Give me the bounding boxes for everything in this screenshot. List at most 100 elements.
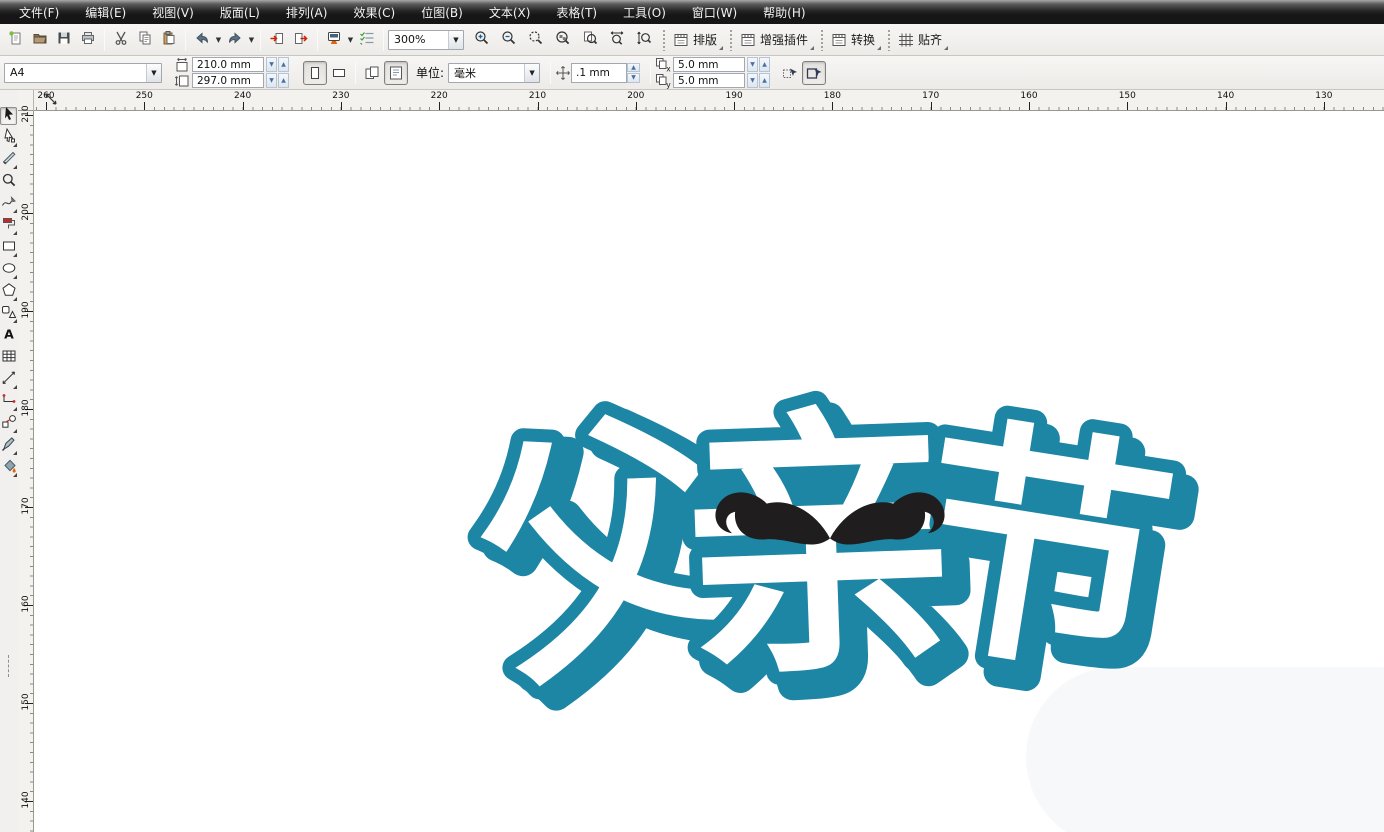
increment-button[interactable]: ▲ <box>627 63 640 73</box>
paper-width-field[interactable]: 210.0 mm <box>192 57 264 72</box>
save-button[interactable] <box>52 28 76 52</box>
zoom-selected-icon <box>528 30 544 50</box>
export-button[interactable] <box>289 28 313 52</box>
nudge-offset-field[interactable]: .1 mm <box>571 63 627 83</box>
duplicate-y-field[interactable]: 5.0 mm <box>673 73 745 88</box>
toolbox-shape-tool[interactable] <box>0 129 17 147</box>
toolbox-basic-shapes-tool[interactable] <box>0 305 17 323</box>
menu-item-edit[interactable]: 编辑(E) <box>72 1 139 24</box>
menu-item-tools[interactable]: 工具(O) <box>610 1 679 24</box>
toolbar-drag-handle[interactable] <box>662 29 667 51</box>
menu-item-window[interactable]: 窗口(W) <box>679 1 750 24</box>
chevron-down-icon[interactable]: ▼ <box>524 64 539 82</box>
chevron-down-icon[interactable]: ▼ <box>247 36 256 44</box>
drawing-canvas[interactable]: 父 亲 节 父 亲 节 <box>34 111 1384 832</box>
open-folder-button[interactable] <box>28 28 52 52</box>
toolbox-dimension-tool[interactable] <box>0 371 17 389</box>
ruler-major-tick <box>1029 102 1030 110</box>
toolbox-ellipse-tool[interactable] <box>0 261 17 279</box>
toolbox-polygon-tool[interactable] <box>0 283 17 301</box>
units-combobox[interactable]: 毫米 ▼ <box>448 63 540 83</box>
decrement-button[interactable]: ▼ <box>747 57 758 72</box>
zoom-selected-button[interactable] <box>524 28 548 52</box>
menu-item-effects[interactable]: 效果(C) <box>340 1 408 24</box>
toolbox-fill-tool[interactable] <box>0 459 17 477</box>
paste-button[interactable] <box>157 28 181 52</box>
toolbox-blend-tool[interactable] <box>0 415 17 433</box>
chevron-down-icon[interactable]: ▼ <box>146 64 161 82</box>
toolbox-freehand-tool[interactable] <box>0 195 17 213</box>
increment-button[interactable]: ▲ <box>759 57 770 72</box>
toolbox-table-tool[interactable] <box>0 349 17 367</box>
all-pages-button[interactable] <box>360 61 384 85</box>
zoom-out-button[interactable] <box>497 28 521 52</box>
new-document-button[interactable] <box>4 28 28 52</box>
toolbox-eyedropper-tool[interactable] <box>0 437 17 455</box>
increment-button[interactable]: ▲ <box>278 57 289 72</box>
zoom-width-button[interactable] <box>605 28 629 52</box>
redo-button[interactable] <box>223 28 247 52</box>
plugin-enhanced-plugins-button[interactable]: 增强插件 <box>738 29 814 50</box>
menu-item-help[interactable]: 帮助(H) <box>750 1 818 24</box>
decrement-button[interactable]: ▼ <box>266 73 277 88</box>
application-launcher-button[interactable] <box>322 28 346 52</box>
zoom-level-combobox[interactable]: 300% ▼ <box>388 30 464 50</box>
toolbox-connector-tool[interactable] <box>0 393 17 411</box>
paper-height-field[interactable]: 297.0 mm <box>192 73 264 88</box>
zoom-in-button[interactable] <box>470 28 494 52</box>
horizontal-ruler[interactable]: 2602502402302202102001901801701601501401… <box>34 90 1384 111</box>
zoom-level-value: 300% <box>389 33 448 46</box>
ruler-label: 210 <box>21 102 31 126</box>
menu-item-file[interactable]: 文件(F) <box>6 1 72 24</box>
portrait-orientation-button[interactable] <box>303 61 327 85</box>
menu-item-text[interactable]: 文本(X) <box>476 1 544 24</box>
zoom-all-objects-button[interactable] <box>551 28 575 52</box>
treat-all-objects-as-filled-button[interactable] <box>802 61 826 85</box>
options-list-button[interactable] <box>355 28 379 52</box>
toolbar-drag-handle[interactable] <box>887 29 892 51</box>
zoom-height-button[interactable] <box>632 28 656 52</box>
toolbox-zoom-tool[interactable] <box>0 173 17 191</box>
zoom-page-button[interactable] <box>578 28 602 52</box>
menu-item-view[interactable]: 视图(V) <box>139 1 207 24</box>
chevron-down-icon[interactable]: ▼ <box>346 36 355 44</box>
undo-button[interactable] <box>190 28 214 52</box>
toolbar-drag-handle[interactable] <box>729 29 734 51</box>
vertical-ruler[interactable]: 210200190180170160150140 <box>18 111 34 832</box>
decrement-button[interactable]: ▼ <box>747 73 758 88</box>
toolbox-pick-tool[interactable] <box>0 107 17 125</box>
ruler-label: 240 <box>234 91 251 101</box>
plugin-convert-button[interactable]: 转换 <box>829 29 881 50</box>
treat-as-filled-button[interactable] <box>778 61 802 85</box>
toolbox-crop-tool[interactable] <box>0 151 17 169</box>
toolbox-rectangle-tool[interactable] <box>0 239 17 257</box>
toolbox-smart-fill-tool[interactable] <box>0 217 17 235</box>
decrement-button[interactable]: ▼ <box>627 73 640 83</box>
decrement-button[interactable]: ▼ <box>266 57 277 72</box>
import-icon <box>269 30 285 50</box>
application-launcher-icon <box>326 30 342 50</box>
fathers-day-artwork[interactable]: 父 亲 节 父 亲 节 <box>34 111 1384 832</box>
menu-item-layout[interactable]: 版面(L) <box>207 1 273 24</box>
toolbox-text-tool[interactable]: A <box>0 327 17 345</box>
import-button[interactable] <box>265 28 289 52</box>
chevron-down-icon[interactable]: ▼ <box>448 31 463 49</box>
toolbar-separator <box>317 29 318 51</box>
copy-button[interactable] <box>133 28 157 52</box>
plugin-typesetting-button[interactable]: 排版 <box>671 29 723 50</box>
paper-preset-combobox[interactable]: A4 ▼ <box>4 63 162 83</box>
increment-button[interactable]: ▲ <box>278 73 289 88</box>
increment-button[interactable]: ▲ <box>759 73 770 88</box>
toolbar-separator <box>185 29 186 51</box>
menu-item-arrange[interactable]: 排列(A) <box>273 1 341 24</box>
menu-item-bitmaps[interactable]: 位图(B) <box>408 1 476 24</box>
cut-scissors-button[interactable] <box>109 28 133 52</box>
current-page-button[interactable] <box>384 61 408 85</box>
chevron-down-icon[interactable]: ▼ <box>214 36 223 44</box>
print-button[interactable] <box>76 28 100 52</box>
menu-item-table[interactable]: 表格(T) <box>543 1 610 24</box>
landscape-orientation-button[interactable] <box>327 61 351 85</box>
plugin-snap-button[interactable]: 贴齐 <box>896 29 948 50</box>
duplicate-x-field[interactable]: 5.0 mm <box>673 57 745 72</box>
toolbar-drag-handle[interactable] <box>820 29 825 51</box>
